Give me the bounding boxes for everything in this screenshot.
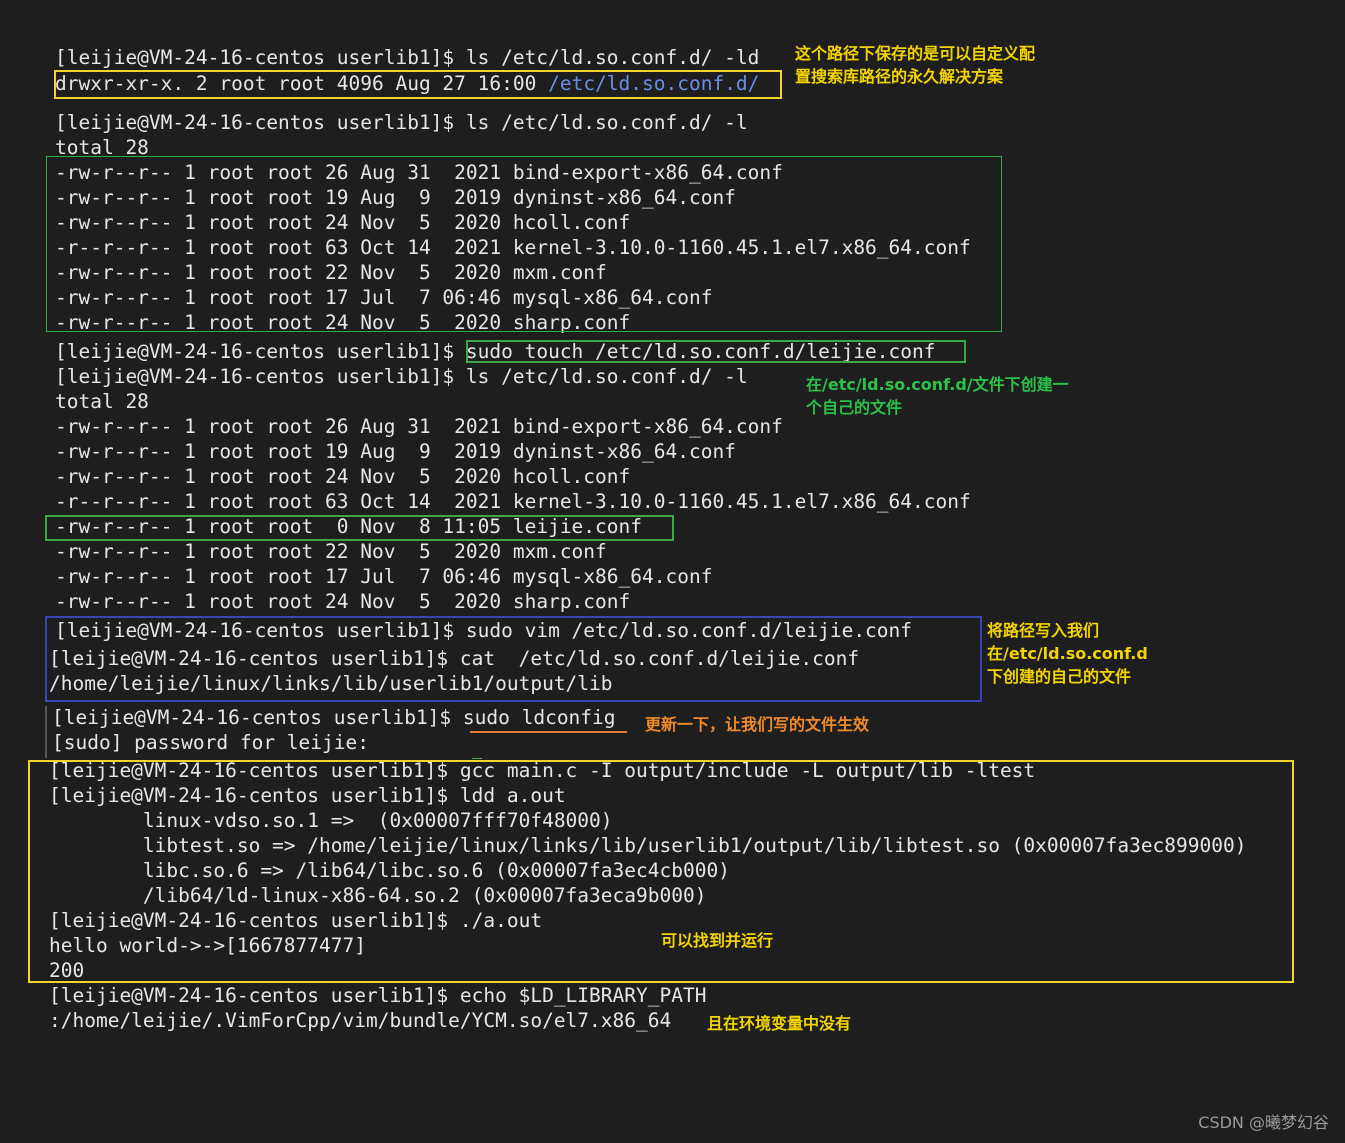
- terminal-line: libtest.so => /home/leijie/linux/links/l…: [49, 834, 1247, 857]
- terminal-line: [leijie@VM-24-16-centos userlib1]$ gcc m…: [49, 759, 1036, 782]
- terminal-line: [leijie@VM-24-16-centos userlib1]$ ./a.o…: [49, 909, 543, 932]
- terminal-line-text: drwxr-xr-x. 2 root root 4096 Aug 27 16:0…: [55, 72, 549, 95]
- terminal-line: -rw-r--r-- 1 root root 0 Nov 8 11:05 lei…: [55, 515, 642, 538]
- terminal-line: [leijie@VM-24-16-centos userlib1]$ ls /e…: [55, 365, 748, 388]
- terminal-line: -rw-r--r-- 1 root root 19 Aug 9 2019 dyn…: [55, 440, 736, 463]
- terminal-line: -rw-r--r-- 1 root root 24 Nov 5 2020 hco…: [55, 211, 631, 234]
- terminal-line: [sudo] password for leijie:: [52, 731, 369, 754]
- terminal-line: drwxr-xr-x. 2 root root 4096 Aug 27 16:0…: [55, 71, 759, 96]
- terminal-line: -rw-r--r-- 1 root root 26 Aug 31 2021 bi…: [55, 161, 783, 184]
- terminal-line: linux-vdso.so.1 => (0x00007fff70f48000): [49, 809, 613, 832]
- terminal-line: [leijie@VM-24-16-centos userlib1]$ cat /…: [49, 647, 860, 670]
- terminal-line: [leijie@VM-24-16-centos userlib1]$ sudo …: [52, 706, 616, 729]
- terminal-line: -r--r--r-- 1 root root 63 Oct 14 2021 ke…: [55, 236, 971, 259]
- note-create-file: 在/etc/ld.so.conf.d/文件下创建一 个自己的文件: [806, 375, 1069, 417]
- note-found-and-run: 可以找到并运行: [661, 931, 774, 950]
- terminal-line: -rw-r--r-- 1 root root 24 Nov 5 2020 hco…: [55, 465, 631, 488]
- terminal-line: hello world->->[1667877477]: [49, 934, 366, 957]
- terminal-line: [leijie@VM-24-16-centos userlib1]$ ldd a…: [49, 784, 566, 807]
- terminal-line: /home/leijie/linux/links/lib/userlib1/ou…: [49, 672, 613, 695]
- terminal-line: -rw-r--r-- 1 root root 26 Aug 31 2021 bi…: [55, 415, 783, 438]
- terminal-line: -r--r--r-- 1 root root 63 Oct 14 2021 ke…: [55, 490, 971, 513]
- terminal-line: [leijie@VM-24-16-centos userlib1]$ sudo …: [55, 340, 936, 363]
- note-permanent-solution: 这个路径下保存的是可以自定义配 置搜索库路径的永久解决方案: [795, 44, 1036, 86]
- terminal-line: -rw-r--r-- 1 root root 24 Nov 5 2020 sha…: [55, 590, 631, 613]
- note-not-in-env: 且在环境变量中没有: [707, 1014, 852, 1033]
- terminal-line: [leijie@VM-24-16-centos userlib1]$ ls /e…: [55, 46, 760, 69]
- cursor-mark: [472, 758, 482, 759]
- directory-highlight: /etc/ld.so.conf.d/: [548, 72, 760, 95]
- terminal-line: /lib64/ld-linux-x86-64.so.2 (0x00007fa3e…: [49, 884, 707, 907]
- terminal-line: [leijie@VM-24-16-centos userlib1]$ echo …: [49, 984, 707, 1007]
- terminal-line: [leijie@VM-24-16-centos userlib1]$ ls /e…: [55, 111, 748, 134]
- note-ldconfig: 更新一下，让我们写的文件生效: [645, 715, 870, 734]
- terminal-line: -rw-r--r-- 1 root root 24 Nov 5 2020 sha…: [55, 311, 631, 334]
- terminal-line: -rw-r--r-- 1 root root 22 Nov 5 2020 mxm…: [55, 261, 607, 284]
- terminal-line: -rw-r--r-- 1 root root 22 Nov 5 2020 mxm…: [55, 540, 607, 563]
- terminal-line: total 28: [55, 136, 149, 159]
- terminal-line: total 28: [55, 390, 149, 413]
- terminal-line: libc.so.6 => /lib64/libc.so.6 (0x00007fa…: [49, 859, 730, 882]
- terminal-line: -rw-r--r-- 1 root root 19 Aug 9 2019 dyn…: [55, 186, 736, 209]
- note-write-path: 将路径写入我们 在/etc/ld.so.conf.d 下创建的自己的文件: [987, 621, 1148, 686]
- terminal-line: -rw-r--r-- 1 root root 17 Jul 7 06:46 my…: [55, 286, 713, 309]
- csdn-watermark: CSDN @曦梦幻谷: [1198, 1113, 1329, 1132]
- terminal-line: 200: [49, 959, 85, 982]
- terminal-line: -rw-r--r-- 1 root root 17 Jul 7 06:46 my…: [55, 565, 713, 588]
- orange-underline: [470, 731, 627, 733]
- terminal-line: [leijie@VM-24-16-centos userlib1]$ sudo …: [55, 619, 913, 642]
- terminal-line: :/home/leijie/.VimForCpp/vim/bundle/YCM.…: [49, 1009, 672, 1032]
- divider-line: [45, 706, 47, 758]
